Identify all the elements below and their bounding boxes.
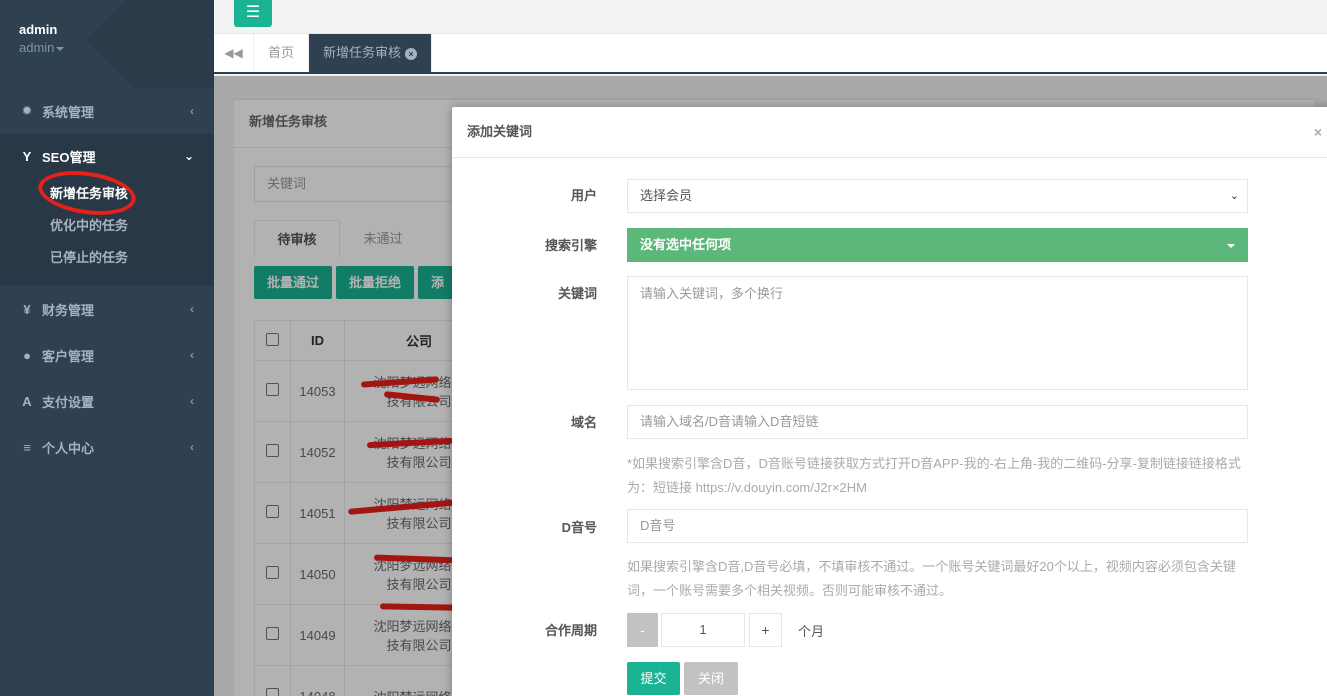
chevron-left-icon: ‹ bbox=[190, 104, 194, 118]
domain-label: 域名 bbox=[570, 415, 597, 430]
sidebar-item-label: 支付设置 bbox=[42, 394, 95, 410]
user-icon: ● bbox=[23, 347, 31, 363]
profile-role-dropdown[interactable]: admin bbox=[19, 40, 195, 55]
sidebar-item-customers[interactable]: ● 客户管理 ‹ bbox=[0, 332, 214, 378]
profile-name: admin bbox=[19, 22, 58, 37]
sidebar-item-payment[interactable]: A 支付设置 ‹ bbox=[0, 378, 214, 424]
chevron-down-icon: ⌄ bbox=[1229, 190, 1239, 202]
sidebar-item-label: 系统管理 bbox=[42, 104, 95, 120]
gear-icon: ✹ bbox=[21, 103, 33, 118]
page-tabs: ◀◀ 首页 新增任务审核 × bbox=[214, 34, 1327, 74]
modal-header: 添加关键词 × bbox=[452, 107, 1327, 158]
period-unit: 个月 bbox=[798, 623, 825, 639]
sidebar-item-personal[interactable]: ≡ 个人中心 ‹ bbox=[0, 424, 214, 470]
sidebar-item-finance[interactable]: ¥ 财务管理 ‹ bbox=[0, 286, 214, 332]
period-label: 合作周期 bbox=[544, 623, 597, 638]
increment-button[interactable]: + bbox=[749, 613, 782, 647]
yen-icon: ¥ bbox=[23, 301, 31, 317]
sidebar-item-label: 个人中心 bbox=[42, 440, 95, 456]
chevron-down-icon: ⌄ bbox=[183, 149, 194, 163]
sidebar: admin admin ✹ 系统管理 ‹ Y SEO管理 ⌄ 新增任务审核 优化… bbox=[0, 0, 214, 696]
menu-toggle-button[interactable]: ☰ bbox=[234, 0, 272, 27]
chevron-left-icon: ‹ bbox=[190, 440, 194, 454]
sidebar-item-label: SEO管理 bbox=[42, 149, 96, 165]
sidebar-item-label: 客户管理 bbox=[42, 348, 95, 364]
user-label: 用户 bbox=[570, 188, 597, 203]
font-icon: A bbox=[22, 393, 32, 409]
member-select-value: 选择会员 bbox=[640, 188, 693, 203]
sidebar-item-label: 财务管理 bbox=[42, 302, 95, 318]
period-stepper: - 1 + 个月 bbox=[627, 613, 824, 647]
list-icon: ≡ bbox=[23, 439, 31, 455]
chevron-left-icon: ‹ bbox=[190, 302, 194, 316]
close-tab-icon[interactable]: × bbox=[405, 47, 418, 60]
domain-input[interactable]: 请输入域名/D音请输入D音短链 bbox=[627, 405, 1248, 439]
search-engine-select[interactable]: 没有选中任何项 bbox=[627, 228, 1248, 262]
profile: admin admin bbox=[0, 0, 214, 88]
add-keyword-modal: 添加关键词 × 用户 选择会员 ⌄ 搜索引擎 没有选中任何项 关键词 请输入关键词… bbox=[452, 107, 1327, 696]
tab-home[interactable]: 首页 bbox=[254, 34, 310, 72]
sidebar-item-seo[interactable]: Y SEO管理 ⌄ bbox=[0, 134, 214, 178]
sidebar-item-system[interactable]: ✹ 系统管理 ‹ bbox=[0, 88, 214, 134]
caret-down-icon bbox=[1227, 244, 1235, 248]
close-button[interactable]: 关闭 bbox=[684, 662, 738, 695]
search-engine-select-value: 没有选中任何项 bbox=[640, 237, 732, 252]
period-input[interactable]: 1 bbox=[661, 613, 745, 647]
chevron-left-icon: ‹ bbox=[190, 348, 194, 362]
domain-help-text: *如果搜索引擎含D音，D音账号链接获取方式打开D音APP-我的-右上角-我的二维… bbox=[627, 456, 1241, 495]
topbar: ☰ bbox=[214, 0, 1327, 34]
sidebar-subitem-optimizing-tasks[interactable]: 优化中的任务 bbox=[0, 210, 214, 242]
chevron-left-icon: ‹ bbox=[190, 394, 194, 408]
dy-label: D音号 bbox=[561, 520, 597, 535]
member-select[interactable]: 选择会员 ⌄ bbox=[627, 179, 1248, 213]
dy-help-text: 如果搜索引擎含D音,D音号必填，不填审核不通过。一个账号关键词最好20个以上，视… bbox=[627, 559, 1236, 598]
tab-new-task-review[interactable]: 新增任务审核 × bbox=[309, 34, 433, 72]
sidebar-subitem-stopped-tasks[interactable]: 已停止的任务 bbox=[0, 242, 214, 274]
keyword-label: 关键词 bbox=[557, 286, 597, 301]
close-icon[interactable]: × bbox=[1314, 107, 1322, 157]
tab-label: 新增任务审核 bbox=[323, 45, 402, 60]
filter-icon: Y bbox=[22, 148, 32, 164]
decrement-button[interactable]: - bbox=[627, 613, 658, 647]
engine-label: 搜索引擎 bbox=[544, 238, 597, 253]
caret-down-icon bbox=[56, 46, 65, 51]
keyword-textarea[interactable]: 请输入关键词，多个换行 bbox=[627, 276, 1248, 390]
submit-button[interactable]: 提交 bbox=[627, 662, 680, 695]
profile-role: admin bbox=[19, 40, 55, 55]
tabs-back-icon[interactable]: ◀◀ bbox=[214, 34, 254, 72]
dy-account-input[interactable]: D音号 bbox=[627, 509, 1248, 543]
modal-title: 添加关键词 bbox=[467, 124, 533, 139]
